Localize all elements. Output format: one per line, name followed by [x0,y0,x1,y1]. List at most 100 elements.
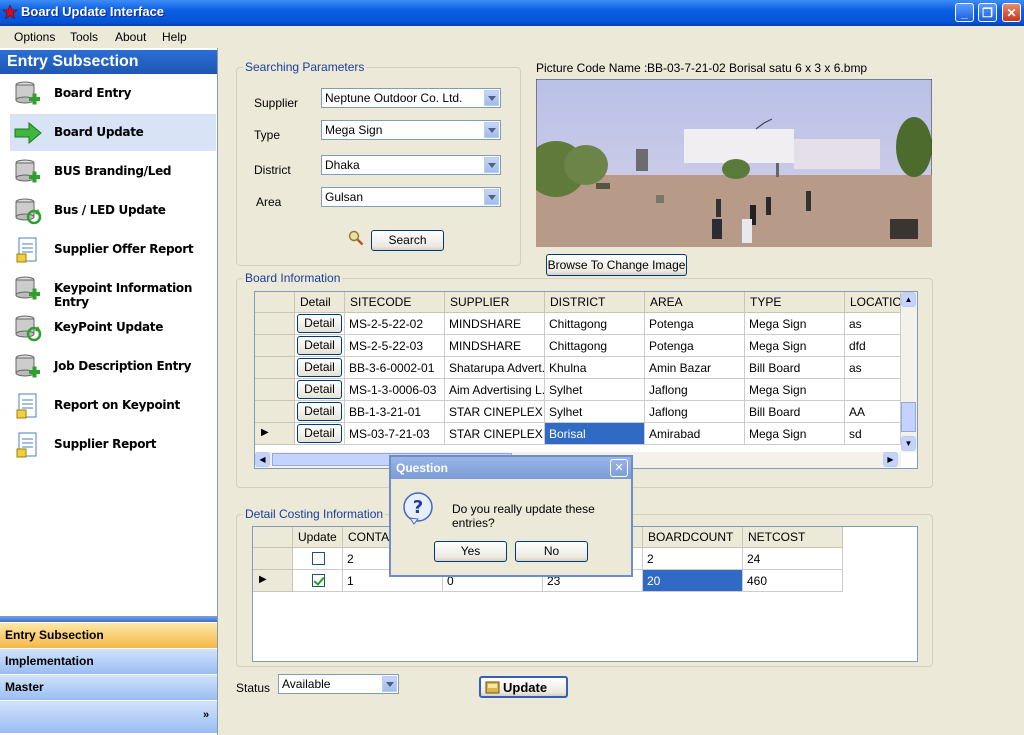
menu-about[interactable]: About [115,30,146,44]
sidebar-item-job-description-entry[interactable]: Job Description Entry [10,348,216,385]
cell-area[interactable]: Amirabad [645,423,745,445]
nav-master[interactable]: Master [0,674,217,700]
detail-button[interactable]: Detail [297,424,342,443]
nav-implementation[interactable]: Implementation [0,648,217,674]
board-vscroll-thumb[interactable] [901,402,916,432]
detail-button[interactable]: Detail [297,336,342,355]
sidebar-item-board-entry[interactable]: Board Entry [10,75,216,112]
no-button[interactable]: No [515,541,588,562]
cell-netcost[interactable]: 24 [743,548,843,570]
col-header-supplier[interactable]: SUPPLIER [445,292,545,313]
col-header-update[interactable]: Update [293,527,343,548]
nav-overflow[interactable]: » [0,700,217,733]
cell-type[interactable]: Mega Sign [745,379,845,401]
cell-location[interactable] [845,379,901,401]
cell-netcost[interactable]: 460 [743,570,843,592]
sidebar-item-report-on-keypoint[interactable]: Report on Keypoint [10,387,216,424]
status-select[interactable]: Available [278,674,399,694]
cell-type[interactable]: Bill Board [745,357,845,379]
col-header-detail[interactable]: Detail [295,292,345,313]
col-header-type[interactable]: TYPE [745,292,845,313]
sidebar-item-keypoint-info-entry[interactable]: Keypoint Information Entry [10,270,216,309]
scroll-left-icon[interactable]: ◀ [255,452,270,467]
sidebar-item-supplier-report[interactable]: Supplier Report [10,426,216,463]
yes-button[interactable]: Yes [434,541,507,562]
row-header[interactable] [253,548,293,570]
area-select[interactable]: Gulsan [321,187,501,207]
close-button[interactable]: ✕ [1002,3,1021,22]
chevron-down-icon[interactable] [484,189,499,205]
search-button[interactable]: Search [371,230,444,251]
cell-type[interactable]: Mega Sign [745,335,845,357]
supplier-select[interactable]: Neptune Outdoor Co. Ltd. [321,88,501,108]
col-header-sitecode[interactable]: SITECODE [345,292,445,313]
cell-location[interactable]: dfd [845,335,901,357]
sidebar-item-board-update[interactable]: Board Update [10,114,216,151]
cell-district[interactable]: Borisal [545,423,645,445]
chevron-down-icon[interactable] [484,157,499,173]
cell-sitecode[interactable]: MS-1-3-0006-03 [345,379,445,401]
cell-district[interactable]: Khulna [545,357,645,379]
cell-location[interactable]: as [845,313,901,335]
type-select[interactable]: Mega Sign [321,120,501,140]
restore-button[interactable]: ❐ [978,3,997,22]
col-header-location[interactable]: LOCATION [845,292,901,313]
update-checkbox[interactable] [312,552,325,565]
detail-button[interactable]: Detail [297,314,342,333]
cell-area[interactable]: Jaflong [645,379,745,401]
col-header-netcost[interactable]: NETCOST [743,527,843,548]
cell-type[interactable]: Bill Board [745,401,845,423]
cell-supplier[interactable]: STAR CINEPLEX [445,423,545,445]
sidebar-item-bus-led-update[interactable]: Bus / LED Update [10,192,216,229]
sidebar-item-keypoint-update[interactable]: KeyPoint Update [10,309,216,346]
sidebar-item-bus-branding[interactable]: BUS Branding/Led [10,153,216,190]
cell-location[interactable]: AA [845,401,901,423]
menu-options[interactable]: Options [14,30,55,44]
row-header[interactable] [255,357,295,379]
cell-district[interactable]: Chittagong [545,335,645,357]
minimize-button[interactable]: _ [955,3,974,22]
row-header[interactable] [255,313,295,335]
cell-district[interactable]: Chittagong [545,313,645,335]
row-header[interactable] [255,401,295,423]
chevron-down-icon[interactable]: » [203,709,209,721]
scroll-up-icon[interactable]: ▲ [901,292,916,307]
cell-area[interactable]: Potenga [645,313,745,335]
cell-type[interactable]: Mega Sign [745,423,845,445]
cell-sitecode[interactable]: MS-2-5-22-03 [345,335,445,357]
cell-area[interactable]: Jaflong [645,401,745,423]
cell-sitecode[interactable]: MS-03-7-21-03 [345,423,445,445]
cell-boardcount[interactable]: 20 [643,570,743,592]
cell-type[interactable]: Mega Sign [745,313,845,335]
detail-button[interactable]: Detail [297,402,342,421]
chevron-down-icon[interactable] [382,676,397,692]
col-header-area[interactable]: AREA [645,292,745,313]
col-header-district[interactable]: DISTRICT [545,292,645,313]
update-checkbox[interactable] [312,574,325,587]
cell-sitecode[interactable]: BB-3-6-0002-01 [345,357,445,379]
cell-boardcount[interactable]: 2 [643,548,743,570]
dialog-close-button[interactable]: ✕ [610,459,628,477]
cell-district[interactable]: Sylhet [545,379,645,401]
row-header[interactable]: ▶ [253,570,293,592]
nav-entry-subsection[interactable]: Entry Subsection [0,622,217,648]
cell-sitecode[interactable]: BB-1-3-21-01 [345,401,445,423]
cell-supplier[interactable]: MINDSHARE [445,313,545,335]
cell-area[interactable]: Amin Bazar [645,357,745,379]
row-header[interactable] [255,335,295,357]
cell-supplier[interactable]: Aim Advertising L... [445,379,545,401]
detail-button[interactable]: Detail [297,380,342,399]
cell-sitecode[interactable]: MS-2-5-22-02 [345,313,445,335]
col-header-boardcount[interactable]: BOARDCOUNT [643,527,743,548]
scroll-right-icon[interactable]: ▶ [883,452,898,467]
board-vscroll[interactable]: ▲ ▼ [901,292,917,452]
cell-district[interactable]: Sylhet [545,401,645,423]
browse-image-button[interactable]: Browse To Change Image [546,254,687,276]
chevron-down-icon[interactable] [484,90,499,106]
cell-location[interactable]: sd [845,423,901,445]
update-button[interactable]: Update [479,676,568,698]
scroll-down-icon[interactable]: ▼ [901,436,916,451]
row-header[interactable] [255,379,295,401]
menu-tools[interactable]: Tools [70,30,98,44]
cell-area[interactable]: Potenga [645,335,745,357]
